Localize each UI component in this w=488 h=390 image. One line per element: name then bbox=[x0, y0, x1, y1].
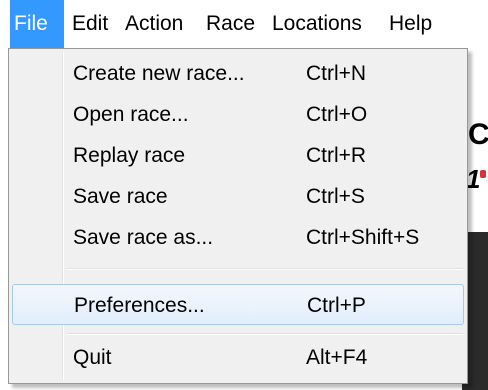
menu-race-label: Race bbox=[206, 12, 256, 35]
menu-item-shortcut: Ctrl+O bbox=[306, 103, 368, 126]
menu-item-shortcut: Ctrl+N bbox=[306, 62, 367, 85]
menu-item-shortcut: Ctrl+R bbox=[306, 144, 367, 167]
menu-edit[interactable]: Edit bbox=[68, 0, 112, 48]
menu-item-shortcut: Ctrl+Shift+S bbox=[306, 226, 420, 249]
menu-locations[interactable]: Locations bbox=[268, 0, 366, 48]
menu-locations-label: Locations bbox=[272, 12, 362, 35]
menu-item-save-race[interactable]: Save race Ctrl+S bbox=[12, 176, 464, 217]
menu-file-label: File bbox=[14, 12, 48, 35]
file-dropdown-menu: Create new race... Ctrl+N Open race... C… bbox=[8, 48, 468, 384]
menu-item-quit[interactable]: Quit Alt+F4 bbox=[12, 337, 464, 378]
menu-race[interactable]: Race bbox=[202, 0, 259, 48]
menu-item-shortcut: Alt+F4 bbox=[306, 346, 368, 369]
background-subheading: 1 bbox=[466, 164, 486, 195]
menu-item-replay-race[interactable]: Replay race Ctrl+R bbox=[12, 135, 464, 176]
menu-edit-label: Edit bbox=[72, 12, 109, 35]
menu-item-label: Save race bbox=[73, 185, 168, 208]
menu-item-label: Preferences... bbox=[74, 294, 205, 317]
menu-help[interactable]: Help bbox=[385, 0, 436, 48]
menu-bar: File Edit Action Race Locations Help bbox=[0, 0, 488, 48]
red-marker-icon bbox=[480, 170, 486, 178]
menu-file[interactable]: File bbox=[10, 0, 64, 48]
menu-item-shortcut: Ctrl+S bbox=[306, 185, 365, 208]
menu-help-label: Help bbox=[389, 12, 433, 35]
menu-separator bbox=[67, 268, 463, 270]
menu-item-save-race-as[interactable]: Save race as... Ctrl+Shift+S bbox=[12, 217, 464, 258]
background-heading: C bbox=[468, 118, 488, 151]
menu-item-label: Replay race bbox=[73, 144, 186, 167]
menu-separator bbox=[67, 333, 463, 335]
menu-item-preferences[interactable]: Preferences... Ctrl+P bbox=[12, 284, 464, 325]
menu-item-create-new-race[interactable]: Create new race... Ctrl+N bbox=[12, 53, 464, 94]
menu-action-label: Action bbox=[125, 12, 184, 35]
menu-item-label: Quit bbox=[73, 346, 112, 369]
menu-item-label: Save race as... bbox=[73, 226, 214, 249]
menu-item-open-race[interactable]: Open race... Ctrl+O bbox=[12, 94, 464, 135]
menu-action[interactable]: Action bbox=[121, 0, 187, 48]
menu-item-shortcut: Ctrl+P bbox=[307, 294, 366, 317]
menu-item-label: Open race... bbox=[73, 103, 189, 126]
menu-item-label: Create new race... bbox=[73, 62, 245, 85]
app-window: C 1 File Edit Action Race Locations Help… bbox=[0, 0, 488, 390]
background-subheading-text: 1 bbox=[466, 164, 481, 194]
